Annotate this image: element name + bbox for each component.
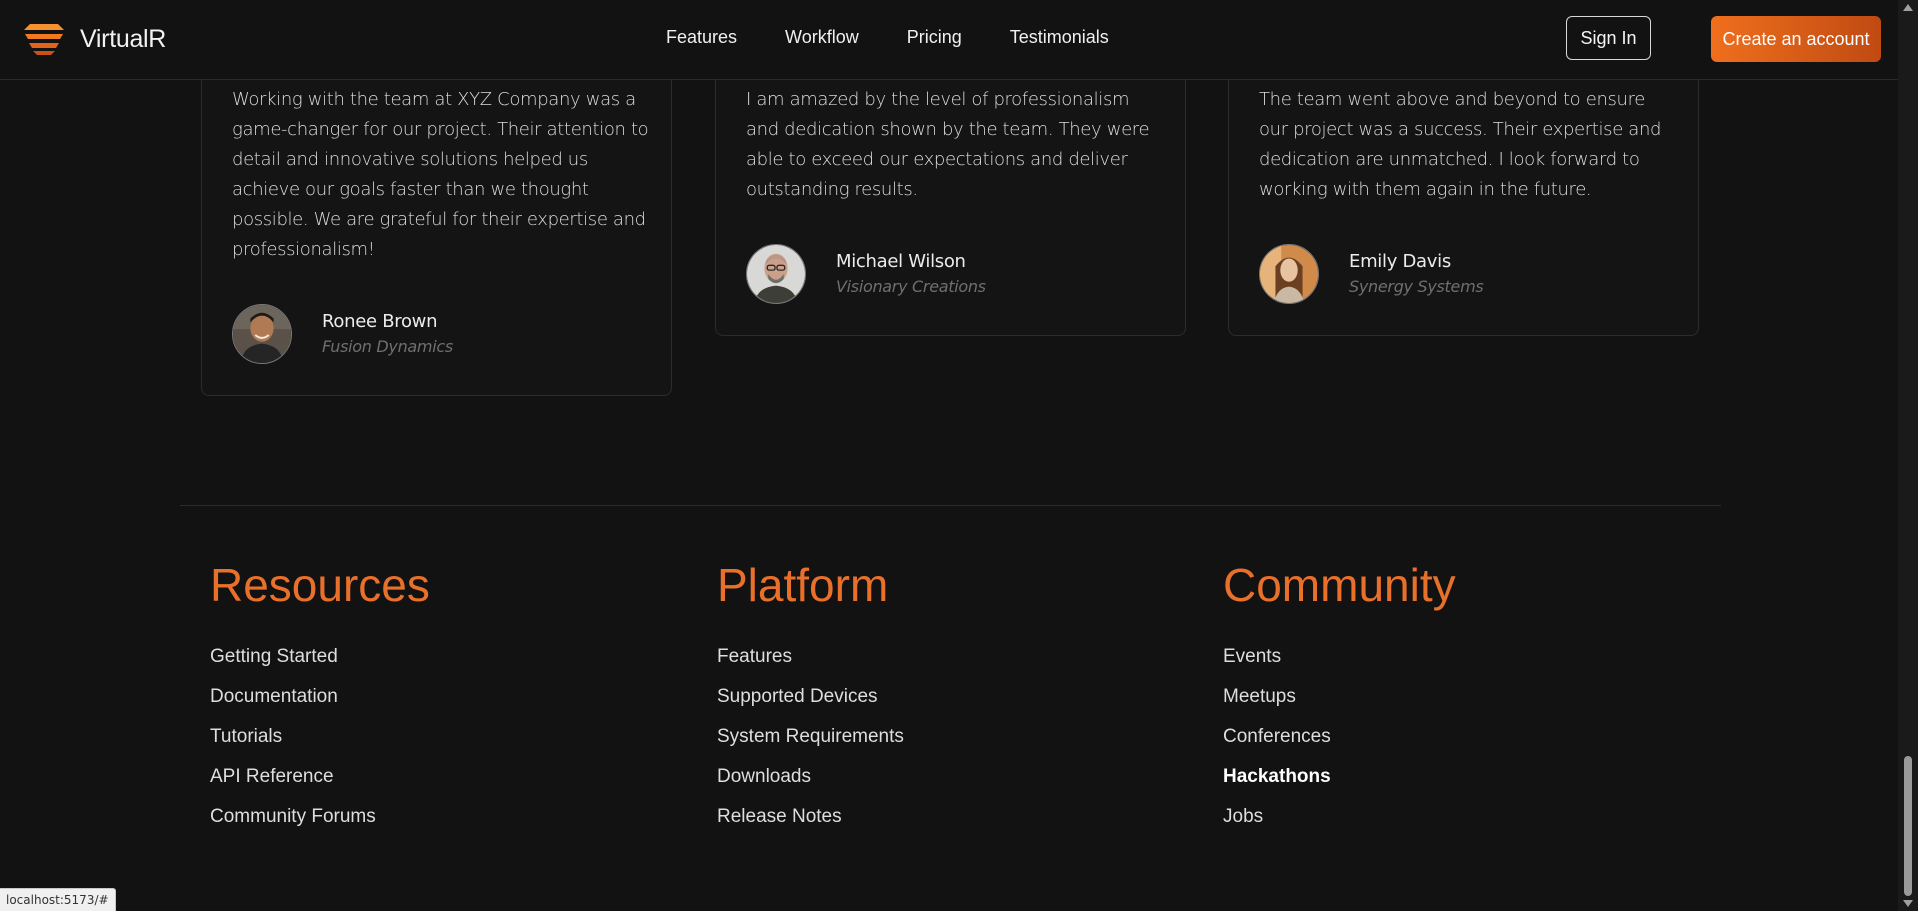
author-name: Michael Wilson: [836, 251, 966, 272]
footer-link-supported-devices[interactable]: Supported Devices: [717, 677, 904, 717]
author-name: Ronee Brown: [322, 311, 438, 332]
footer-link-release-notes[interactable]: Release Notes: [717, 797, 904, 837]
sign-in-button[interactable]: Sign In: [1566, 16, 1651, 60]
author-company: Synergy Systems: [1349, 277, 1484, 296]
testimonial-author: Michael Wilson Visionary Creations: [746, 244, 986, 304]
brand-name: VirtualR: [80, 24, 167, 53]
avatar: [232, 304, 292, 364]
footer-column-resources: Resources Getting Started Documentation …: [210, 555, 430, 837]
footer-column-platform: Platform Features Supported Devices Syst…: [717, 555, 904, 837]
footer-link-downloads[interactable]: Downloads: [717, 757, 904, 797]
footer-heading: Resources: [210, 559, 430, 611]
footer-link-documentation[interactable]: Documentation: [210, 677, 430, 717]
scroll-up-arrow-icon[interactable]: [1903, 4, 1913, 11]
nav-link-testimonials[interactable]: Testimonials: [1010, 24, 1109, 50]
testimonial-quote: The team went above and beyond to ensure…: [1259, 89, 1662, 200]
footer-link-events[interactable]: Events: [1223, 637, 1456, 677]
testimonial-quote: Working with the team at XYZ Company was…: [232, 89, 649, 260]
main-nav: Features Workflow Pricing Testimonials: [666, 24, 1157, 50]
testimonial-quote: I am amazed by the level of professional…: [746, 89, 1150, 200]
footer-link-tutorials[interactable]: Tutorials: [210, 717, 430, 757]
footer-heading: Platform: [717, 559, 889, 611]
scroll-down-arrow-icon[interactable]: [1903, 900, 1913, 907]
avatar: [746, 244, 806, 304]
footer-link-getting-started[interactable]: Getting Started: [210, 637, 430, 677]
footer-link-api-reference[interactable]: API Reference: [210, 757, 430, 797]
footer-link-jobs[interactable]: Jobs: [1223, 797, 1456, 837]
testimonial-author: Ronee Brown Fusion Dynamics: [232, 304, 453, 364]
footer-link-list: Events Meetups Conferences Hackathons Jo…: [1223, 637, 1456, 837]
footer-heading: Community: [1223, 559, 1456, 611]
virtualr-logo-icon: [24, 24, 64, 55]
scrollbar-thumb[interactable]: [1904, 756, 1912, 896]
brand[interactable]: VirtualR: [22, 22, 166, 56]
nav-link-pricing[interactable]: Pricing: [907, 24, 962, 50]
footer-column-community: Community Events Meetups Conferences Hac…: [1223, 555, 1456, 837]
footer-link-list: Features Supported Devices System Requir…: [717, 637, 904, 837]
status-url-preview: localhost:5173/#: [0, 888, 116, 911]
footer-link-conferences[interactable]: Conferences: [1223, 717, 1456, 757]
footer-link-community-forums[interactable]: Community Forums: [210, 797, 430, 837]
footer-link-meetups[interactable]: Meetups: [1223, 677, 1456, 717]
author-company: Visionary Creations: [836, 277, 986, 296]
footer-link-list: Getting Started Documentation Tutorials …: [210, 637, 430, 837]
nav-link-features[interactable]: Features: [666, 24, 737, 50]
create-account-button[interactable]: Create an account: [1711, 16, 1881, 62]
testimonial-author: Emily Davis Synergy Systems: [1259, 244, 1484, 304]
footer-link-hackathons[interactable]: Hackathons: [1223, 757, 1456, 797]
footer-divider: [180, 505, 1721, 506]
footer-link-system-requirements[interactable]: System Requirements: [717, 717, 904, 757]
footer-link-features[interactable]: Features: [717, 637, 904, 677]
avatar: [1259, 244, 1319, 304]
vertical-scrollbar[interactable]: [1898, 0, 1918, 911]
navbar: VirtualR Features Workflow Pricing Testi…: [0, 0, 1898, 80]
nav-link-workflow[interactable]: Workflow: [785, 24, 859, 50]
author-company: Fusion Dynamics: [322, 337, 453, 356]
author-name: Emily Davis: [1349, 251, 1451, 272]
